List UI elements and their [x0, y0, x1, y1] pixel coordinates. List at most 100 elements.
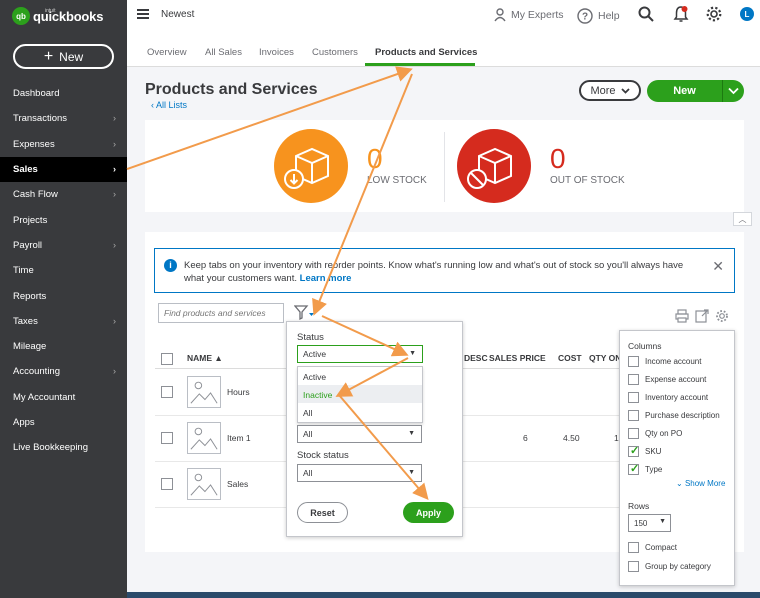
- gear-icon[interactable]: [705, 5, 723, 23]
- search-input[interactable]: [158, 303, 284, 323]
- sidebar-item-apps[interactable]: Apps: [0, 410, 127, 435]
- row-checkbox[interactable]: [161, 432, 173, 444]
- table-settings-gear-icon[interactable]: [715, 309, 729, 323]
- sidebar-item-label: Payroll: [13, 239, 43, 251]
- column-option-sku[interactable]: SKU: [628, 444, 661, 457]
- collapse-panel-button[interactable]: ︿: [733, 212, 752, 226]
- checkbox[interactable]: [628, 355, 639, 367]
- image-placeholder-icon[interactable]: [187, 468, 221, 500]
- column-header-name[interactable]: NAME ▲: [187, 353, 223, 363]
- product-name[interactable]: Sales: [227, 479, 248, 489]
- status-option-inactive[interactable]: Inactive: [298, 385, 422, 403]
- close-icon[interactable]: ✕: [712, 258, 724, 275]
- image-placeholder-icon[interactable]: [187, 422, 221, 454]
- low-stock-count: 0: [367, 143, 383, 174]
- stock-status-select[interactable]: All ▼: [297, 464, 422, 482]
- sidebar-item-sales[interactable]: Sales ›: [0, 156, 127, 183]
- filter-icon[interactable]: [294, 305, 316, 321]
- hamburger-menu-icon[interactable]: [137, 9, 149, 19]
- checkbox[interactable]: [628, 409, 639, 421]
- print-icon[interactable]: [675, 309, 689, 323]
- sidebar-item-payroll[interactable]: Payroll ›: [0, 233, 127, 258]
- rows-per-page-select[interactable]: 150 ▼: [628, 514, 671, 532]
- sidebar-item-reports[interactable]: Reports: [0, 283, 127, 308]
- image-placeholder-icon[interactable]: [187, 376, 221, 408]
- stock-status-label: Stock status: [297, 450, 349, 461]
- sidebar-item-dashboard[interactable]: Dashboard: [0, 81, 127, 106]
- more-button[interactable]: More: [579, 80, 641, 101]
- checkbox[interactable]: [628, 560, 639, 572]
- tab-invoices[interactable]: Invoices: [259, 47, 294, 58]
- stock-divider: [444, 132, 445, 202]
- tab-customers[interactable]: Customers: [312, 47, 358, 58]
- column-option-inventory-account[interactable]: Inventory account: [628, 391, 708, 403]
- tab-all-sales[interactable]: All Sales: [205, 47, 242, 58]
- sidebar-item-cash-flow[interactable]: Cash Flow ›: [0, 182, 127, 207]
- column-option-expense-account[interactable]: Expense account: [628, 373, 706, 385]
- sidebar-item-mileage[interactable]: Mileage: [0, 334, 127, 359]
- sidebar-item-transactions[interactable]: Transactions ›: [0, 106, 127, 131]
- all-lists-link[interactable]: ‹ All Lists: [151, 100, 187, 110]
- checkbox-checked[interactable]: [628, 462, 639, 475]
- column-header-desc[interactable]: DESC: [464, 353, 488, 363]
- checkbox[interactable]: [628, 541, 639, 553]
- status-selected-value: Active: [303, 349, 327, 359]
- new-button-label: New: [59, 49, 84, 64]
- sidebar-item-expenses[interactable]: Expenses ›: [0, 132, 127, 157]
- product-name[interactable]: Item 1: [227, 433, 251, 443]
- sidebar-item-accounting[interactable]: Accounting ›: [0, 359, 127, 384]
- brand-name: quickbooks: [33, 8, 104, 24]
- tab-overview[interactable]: Overview: [147, 47, 187, 58]
- export-icon[interactable]: [695, 309, 709, 323]
- new-item-label: New: [673, 85, 696, 97]
- compact-option[interactable]: Compact: [628, 541, 677, 553]
- tab-bar: Overview All Sales Invoices Customers Pr…: [127, 30, 760, 67]
- show-more-link[interactable]: ⌄ Show More: [676, 479, 725, 488]
- low-stock-circle[interactable]: [274, 129, 348, 203]
- product-name[interactable]: Hours: [227, 387, 250, 397]
- chevron-down-icon[interactable]: [723, 87, 744, 95]
- new-button[interactable]: + New: [13, 44, 114, 69]
- apply-button[interactable]: Apply: [403, 502, 454, 523]
- column-header-cost[interactable]: COST: [558, 353, 582, 363]
- sidebar-item-time[interactable]: Time: [0, 258, 127, 283]
- row-checkbox[interactable]: [161, 386, 173, 398]
- column-option-type[interactable]: Type: [628, 462, 662, 475]
- column-option-qty-on-po[interactable]: Qty on PO: [628, 427, 682, 439]
- sidebar-item-live-bookkeeping[interactable]: Live Bookkeeping: [0, 435, 127, 460]
- sidebar-item-my-accountant[interactable]: My Accountant: [0, 385, 127, 410]
- checkbox-checked[interactable]: [628, 444, 639, 457]
- checkbox[interactable]: [628, 427, 639, 439]
- my-experts-link[interactable]: My Experts: [494, 8, 564, 22]
- column-option-income-account[interactable]: Income account: [628, 355, 701, 367]
- search-icon[interactable]: [637, 5, 655, 23]
- new-item-button[interactable]: New: [647, 80, 744, 102]
- row-checkbox[interactable]: [161, 478, 173, 490]
- sidebar-item-taxes[interactable]: Taxes ›: [0, 309, 127, 334]
- quickbooks-badge-icon: qb: [12, 7, 30, 25]
- checkbox[interactable]: [628, 373, 639, 385]
- user-avatar[interactable]: L: [740, 7, 754, 21]
- quickbooks-logo[interactable]: qb intuit quickbooks: [12, 6, 103, 26]
- column-header-sales-price[interactable]: SALES PRICE: [489, 353, 546, 363]
- select-all-checkbox[interactable]: [161, 353, 173, 365]
- learn-more-link[interactable]: Learn more: [300, 273, 352, 284]
- sidebar-item-projects[interactable]: Projects: [0, 207, 127, 232]
- reset-button[interactable]: Reset: [297, 502, 348, 523]
- checkbox[interactable]: [628, 391, 639, 403]
- help-link[interactable]: ? Help: [577, 8, 620, 24]
- rows-selected-value: 150: [634, 519, 648, 528]
- group-by-category-option[interactable]: Group by category: [628, 560, 711, 572]
- tab-products-and-services[interactable]: Products and Services: [375, 47, 477, 58]
- status-select[interactable]: Active ▼: [297, 345, 423, 363]
- column-option-label: Qty on PO: [645, 428, 683, 438]
- column-header-qty[interactable]: QTY ON: [589, 353, 621, 363]
- column-option-label: Purchase description: [645, 410, 720, 420]
- column-option-purchase-description[interactable]: Purchase description: [628, 409, 720, 421]
- type-select[interactable]: All ▼: [297, 425, 422, 443]
- notification-bell-icon[interactable]: [672, 5, 690, 23]
- out-of-stock-circle[interactable]: [457, 129, 531, 203]
- stock-summary-panel: 0 LOW STOCK 0 OUT OF STOCK: [145, 120, 744, 212]
- status-option-active[interactable]: Active: [298, 367, 422, 385]
- status-option-all[interactable]: All: [298, 403, 422, 421]
